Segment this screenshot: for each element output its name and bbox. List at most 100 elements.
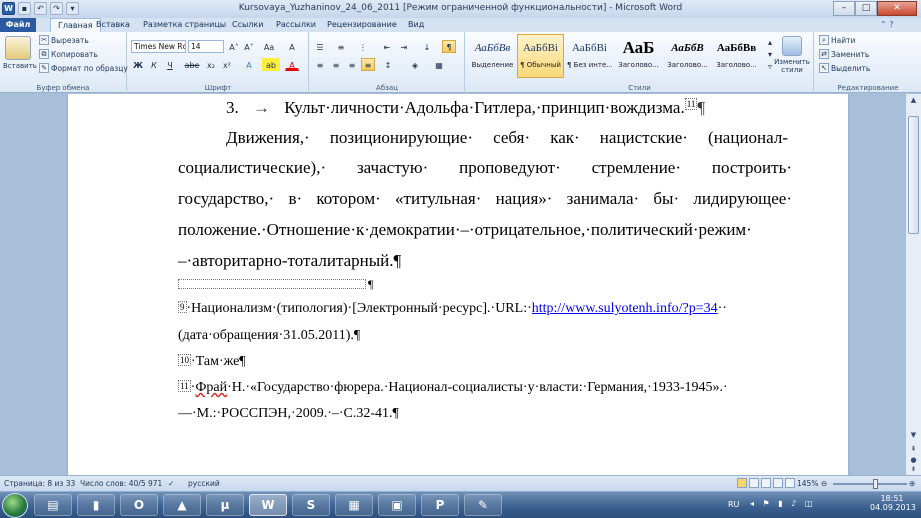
style-heading-1[interactable]: АаБ Заголово... [615, 34, 662, 78]
scroll-up-icon[interactable]: ▲ [908, 95, 919, 106]
increase-indent-icon[interactable]: ⇥ [397, 40, 411, 53]
grow-font-button[interactable]: A˄ [227, 40, 241, 53]
start-button[interactable] [2, 493, 28, 518]
tab-insert[interactable]: Вставка [96, 18, 130, 32]
align-right-icon[interactable]: ≡ [345, 58, 359, 71]
shading-icon[interactable]: ◈ [408, 58, 422, 71]
clear-format-button[interactable]: A [285, 40, 299, 53]
footnote-ref-11[interactable]: 11 [684, 98, 698, 110]
replace-button[interactable]: ⇄ Заменить [819, 49, 869, 59]
scroll-down-icon[interactable]: ▼ [908, 430, 919, 441]
bold-button[interactable]: Ж [131, 58, 145, 71]
zoom-slider[interactable] [833, 479, 907, 489]
font-size-select[interactable]: 14 [188, 40, 224, 53]
document-page[interactable]: 3. → Культ·личности·Адольфа·Гитлера,·при… [68, 94, 848, 475]
page-indicator[interactable]: Страница: 8 из 33 [4, 479, 75, 488]
paragraph-line: социалистические),· зачастую· проповедую… [178, 158, 792, 177]
draft-icon[interactable] [785, 478, 795, 488]
align-center-icon[interactable]: ≡ [329, 58, 343, 71]
save-app-icon[interactable]: ▮ [77, 494, 115, 516]
zoom-slider-thumb[interactable] [873, 479, 878, 489]
web-layout-icon[interactable] [761, 478, 771, 488]
word-count[interactable]: Число слов: 40/5 971 [80, 479, 162, 488]
text-effects-button[interactable]: A [242, 58, 256, 71]
input-language[interactable]: RU [728, 500, 739, 509]
sort-icon[interactable]: ↓ [420, 40, 434, 53]
next-page-icon[interactable]: ⇟ [908, 464, 919, 475]
font-group: Times New Rc 14 A˄ A˅ Aa A Ж К Ч abe x₂ … [128, 32, 309, 93]
style-preview: АаБбВ [671, 42, 704, 54]
prev-page-icon[interactable]: ⇞ [908, 444, 919, 455]
skype-icon[interactable]: S [292, 494, 330, 516]
underline-button[interactable]: Ч [163, 58, 177, 71]
tab-view[interactable]: Вид [408, 18, 424, 32]
highlight-button[interactable]: ab [262, 58, 280, 71]
powerpoint-icon[interactable]: P [421, 494, 459, 516]
find-button[interactable]: ⌕ Найти [819, 35, 855, 45]
zoom-out-icon[interactable]: ⊖ [821, 479, 827, 488]
opera-icon[interactable]: O [120, 494, 158, 516]
shrink-font-button[interactable]: A˅ [242, 40, 256, 53]
print-layout-icon[interactable] [737, 478, 747, 488]
close-button[interactable]: ✕ [877, 1, 917, 16]
copy-button[interactable]: ⧉ Копировать [39, 49, 98, 59]
format-painter-button[interactable]: ✎ Формат по образцу [39, 63, 128, 73]
media-icon[interactable]: ▲ [163, 494, 201, 516]
word-icon[interactable]: W [249, 494, 287, 516]
align-left-icon[interactable]: ≡ [313, 58, 327, 71]
decrease-indent-icon[interactable]: ⇤ [380, 40, 394, 53]
font-color-button[interactable]: A [285, 58, 299, 71]
scroll-thumb[interactable] [908, 116, 919, 234]
recorder-icon[interactable]: ▣ [378, 494, 416, 516]
maximize-button[interactable]: □ [855, 1, 877, 16]
tab-review[interactable]: Рецензирование [327, 18, 397, 32]
calendar-icon[interactable]: ▦ [335, 494, 373, 516]
proofing-icon[interactable]: ✓ [168, 479, 174, 488]
torrent-icon[interactable]: µ [206, 494, 244, 516]
ribbon-minimize-icon[interactable]: ⌃ ? [880, 18, 894, 32]
italic-button[interactable]: К [147, 58, 161, 71]
style-heading-2[interactable]: АаБбВ Заголово... [664, 34, 711, 78]
spelling-error-word[interactable]: Фрай [195, 380, 227, 395]
zoom-level[interactable]: 145% [797, 479, 818, 488]
line-spacing-icon[interactable]: ↕ [381, 58, 395, 71]
tab-home[interactable]: Главная [50, 18, 101, 32]
clock[interactable]: 18:51 04.09.2013 [870, 494, 916, 512]
bullets-icon[interactable]: ☰ [313, 40, 327, 53]
style-heading-3[interactable]: АаБбВв Заголово... [713, 34, 760, 78]
justify-icon[interactable]: ≡ [361, 58, 375, 71]
change-styles-button[interactable]: Изменить стили [772, 36, 812, 74]
footnote-link[interactable]: http://www.sulyotenh.info/?p=34 [532, 301, 718, 316]
tray-icons[interactable]: ◂ ⚑ ▮ ♪ ◫ [750, 499, 815, 508]
paragraph-last-line: –·авторитарно-тоталитарный.¶ [178, 251, 402, 270]
style-normal[interactable]: АаБбВі ¶ Обычный [517, 34, 564, 78]
show-formatting-button[interactable]: ¶ [442, 40, 456, 53]
cursor-icon: ↖ [819, 63, 829, 73]
tab-references[interactable]: Ссылки [232, 18, 263, 32]
outline-icon[interactable] [773, 478, 783, 488]
paint-icon[interactable]: ✎ [464, 494, 502, 516]
superscript-button[interactable]: x² [220, 58, 234, 71]
multilevel-list-icon[interactable]: ⋮ [356, 40, 370, 53]
subscript-button[interactable]: x₂ [204, 58, 218, 71]
paste-button[interactable]: Вставить [3, 36, 37, 70]
numbering-icon[interactable]: ≡ [334, 40, 348, 53]
zoom-in-icon[interactable]: ⊕ [909, 479, 915, 488]
style-emphasis[interactable]: АаБбВв Выделение [469, 34, 516, 78]
change-case-button[interactable]: Aa [262, 40, 276, 53]
explorer-icon[interactable]: ▤ [34, 494, 72, 516]
tab-file[interactable]: Файл [0, 18, 36, 32]
borders-icon[interactable]: ▦ [432, 58, 446, 71]
full-screen-icon[interactable] [749, 478, 759, 488]
strikethrough-button[interactable]: abe [182, 58, 202, 71]
select-button[interactable]: ↖ Выделить [819, 63, 870, 73]
minimize-button[interactable]: – [833, 1, 855, 16]
tab-mailings[interactable]: Рассылки [276, 18, 316, 32]
footnote-10: 10 ·Там·же¶ [178, 354, 246, 370]
tab-page-layout[interactable]: Разметка страницы [143, 18, 226, 32]
font-name-select[interactable]: Times New Rc [131, 40, 186, 53]
language-indicator[interactable]: русский [188, 479, 220, 488]
cut-button[interactable]: ✂ Вырезать [39, 35, 89, 45]
style-no-spacing[interactable]: АаБбВі ¶ Без инте... [566, 34, 613, 78]
vertical-scrollbar[interactable]: ▲ ▼ ⇞ ● ⇟ [905, 94, 921, 475]
